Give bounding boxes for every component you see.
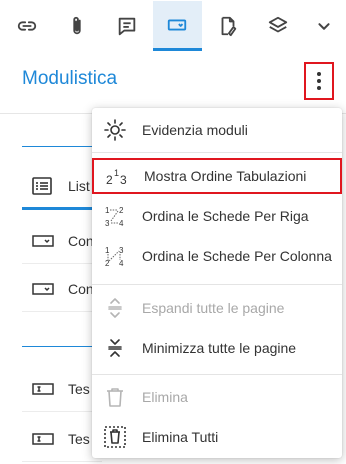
menu-divider — [92, 374, 342, 375]
comment-button[interactable] — [103, 1, 152, 51]
attachment-button[interactable] — [52, 1, 101, 51]
svg-text:3: 3 — [105, 219, 110, 228]
menu-item-label: Elimina Tutti — [142, 429, 219, 445]
svg-text:4: 4 — [119, 259, 124, 268]
list-item[interactable]: Con — [22, 218, 102, 264]
svg-text:3: 3 — [120, 173, 127, 187]
menu-item-highlight-forms[interactable]: Evidenzia moduli — [92, 112, 342, 148]
list-item-label: Con — [68, 232, 94, 249]
text-field-icon — [32, 382, 58, 395]
section-divider — [22, 346, 102, 347]
menu-item-sort-by-row[interactable]: 1234 Ordina le Schede Per Riga — [92, 198, 342, 234]
dropdown-field-icon — [32, 234, 58, 247]
menu-item-label: Minimizza tutte le pagine — [142, 340, 297, 356]
menu-item-label: Espandi tutte le pagine — [142, 300, 285, 316]
menu-item-label: Mostra Ordine Tabulazioni — [144, 168, 307, 184]
menu-item-show-tab-order[interactable]: 213 Mostra Ordine Tabulazioni — [92, 158, 342, 194]
list-tab-label: List — [68, 177, 90, 194]
list-item[interactable]: Tes — [22, 416, 102, 462]
list-icon — [32, 176, 58, 195]
forms-panel: Modulistica List Con Con Tes Tes Evidenz… — [0, 0, 346, 464]
link-icon — [17, 21, 36, 31]
list-item[interactable]: Con — [22, 266, 102, 312]
chevron-down-icon — [318, 23, 330, 30]
collapse-pages-icon — [108, 339, 122, 357]
menu-divider — [92, 152, 342, 153]
menu-divider — [92, 284, 342, 285]
svg-text:3: 3 — [119, 246, 124, 255]
link-button[interactable] — [2, 1, 51, 51]
menu-item-delete-all[interactable]: Elimina Tutti — [92, 419, 342, 455]
menu-item-collapse-pages[interactable]: Minimizza tutte le pagine — [92, 330, 342, 366]
trash-icon — [107, 388, 123, 407]
layers-icon — [268, 16, 288, 33]
expand-pages-icon — [108, 298, 122, 318]
tab-order-icon: 213 — [106, 168, 127, 187]
svg-text:1: 1 — [114, 168, 119, 178]
panel-header: Modulistica — [0, 52, 346, 114]
options-menu: Evidenzia moduli 213 Mostra Ordine Tabul… — [92, 108, 342, 458]
section-divider — [22, 146, 102, 147]
menu-item-expand-pages[interactable]: Espandi tutte le pagine — [92, 290, 342, 326]
more-tools-button[interactable] — [304, 1, 345, 51]
menu-item-delete[interactable]: Elimina — [92, 379, 342, 415]
svg-text:2: 2 — [106, 173, 113, 187]
list-item-label: Tes — [68, 430, 90, 447]
comment-icon — [118, 17, 136, 36]
svg-text:1: 1 — [105, 206, 110, 215]
menu-item-label: Ordina le Schede Per Riga — [142, 208, 309, 224]
layers-button[interactable] — [253, 1, 302, 51]
more-options-button[interactable] — [304, 62, 334, 100]
svg-text:1: 1 — [105, 246, 110, 255]
menu-item-sort-by-column[interactable]: 1324 Ordina le Schede Per Colonna — [92, 238, 342, 274]
delete-all-icon — [104, 426, 126, 448]
paperclip-icon — [73, 16, 81, 35]
kebab-menu-icon — [317, 72, 321, 90]
highlight-sun-icon — [104, 119, 126, 141]
top-toolbar — [0, 0, 346, 52]
panel-title: Modulistica — [22, 68, 118, 89]
svg-text:2: 2 — [119, 206, 124, 215]
list-tab[interactable]: List — [22, 164, 102, 210]
list-item[interactable]: Tes — [22, 366, 102, 412]
svg-text:4: 4 — [119, 219, 124, 228]
menu-item-label: Elimina — [142, 389, 188, 405]
sort-by-column-icon: 1 32 4 — [105, 246, 124, 268]
menu-item-label: Ordina le Schede Per Colonna — [142, 248, 332, 264]
dropdown-field-icon — [32, 282, 58, 295]
sort-by-row-icon: 1 23 4 — [105, 206, 124, 228]
text-field-icon — [32, 432, 58, 445]
list-item-label: Con — [68, 280, 94, 297]
list-item-label: Tes — [68, 380, 90, 397]
form-field-icon — [168, 19, 187, 30]
forms-tool-button[interactable] — [152, 1, 203, 51]
menu-item-label: Evidenzia moduli — [142, 122, 248, 138]
signature-doc-icon — [221, 16, 236, 37]
signature-button[interactable] — [203, 1, 252, 51]
